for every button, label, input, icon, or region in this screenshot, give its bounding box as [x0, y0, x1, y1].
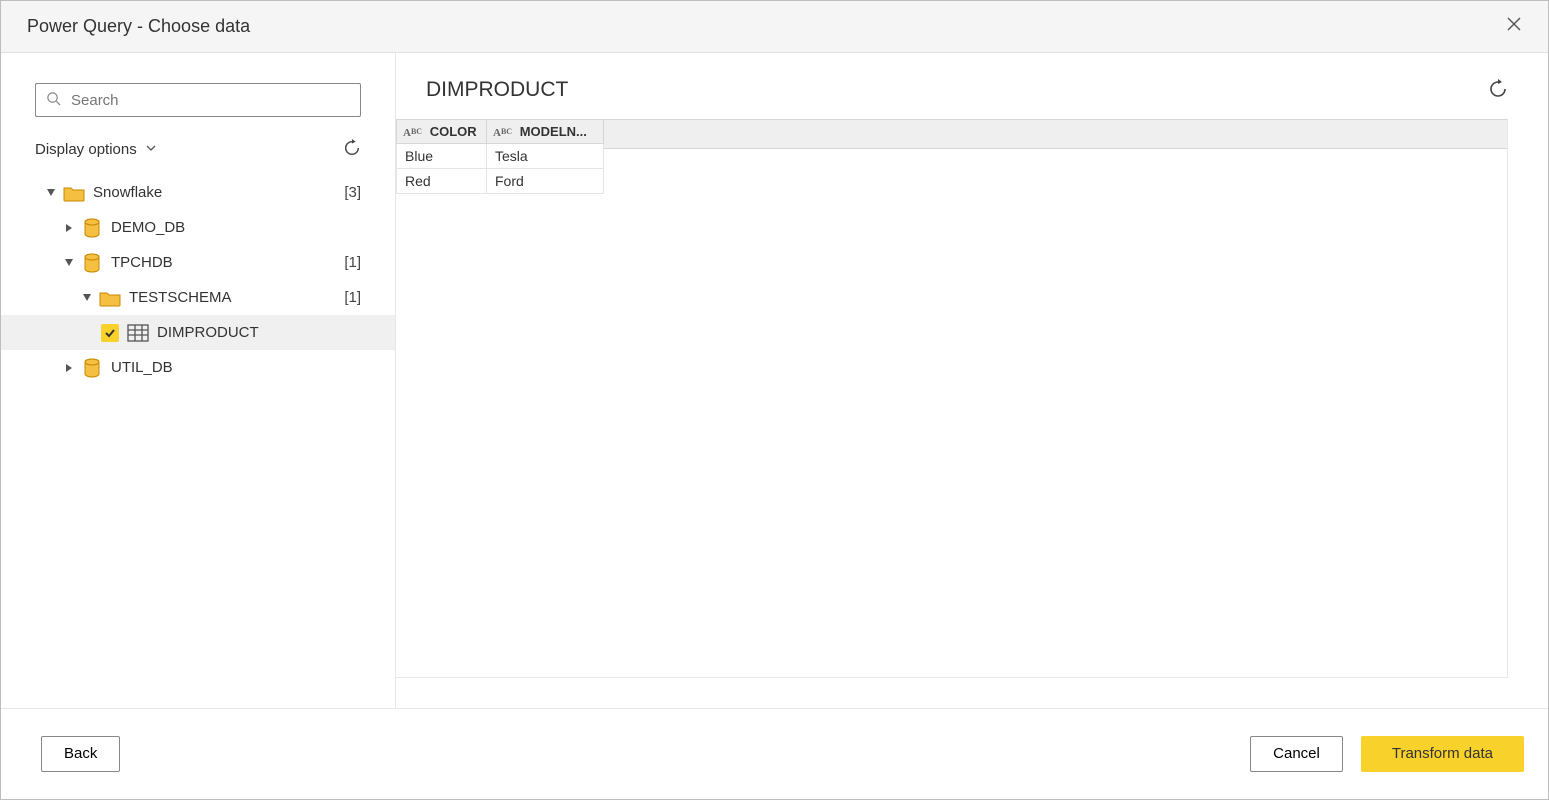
text-type-icon: ABC: [493, 127, 512, 139]
chevron-right-icon: [63, 362, 75, 374]
close-icon[interactable]: [1498, 12, 1530, 41]
tree-count: [3]: [344, 184, 361, 201]
main-area: Display options Snowflake [3]: [1, 53, 1548, 708]
database-icon: [81, 357, 103, 379]
cell-color: Red: [397, 169, 487, 194]
display-options-label: Display options: [35, 141, 137, 158]
table-row[interactable]: Blue Tesla: [397, 144, 604, 169]
tree-node-util-db[interactable]: UTIL_DB: [1, 350, 395, 385]
search-icon: [46, 91, 61, 109]
checkbox-checked-icon[interactable]: [101, 324, 119, 342]
preview-table: ABC COLOR ABC MODELN... Blue Tesla: [396, 119, 604, 194]
tree-count: [1]: [344, 254, 361, 271]
table-icon: [127, 322, 149, 344]
tree-count: [1]: [344, 289, 361, 306]
tree-label: Snowflake: [93, 184, 344, 201]
preview-panel: DIMPRODUCT ABC COLOR ABC MODELN...: [396, 53, 1548, 708]
preview-table-container: ABC COLOR ABC MODELN... Blue Tesla: [396, 119, 1508, 678]
preview-title: DIMPRODUCT: [426, 78, 568, 102]
search-input[interactable]: [35, 83, 361, 117]
chevron-down-icon: [145, 141, 157, 158]
search-field[interactable]: [69, 91, 350, 110]
refresh-tree-icon[interactable]: [343, 139, 361, 160]
tree-label: TPCHDB: [111, 254, 344, 271]
tree-label: DIMPRODUCT: [157, 324, 361, 341]
chevron-down-icon: [81, 292, 93, 304]
folder-icon: [63, 182, 85, 204]
titlebar: Power Query - Choose data: [1, 1, 1548, 53]
table-row[interactable]: Red Ford: [397, 169, 604, 194]
navigator-tree: Snowflake [3] DEMO_DB: [1, 175, 395, 385]
tree-node-tpchdb[interactable]: TPCHDB [1]: [1, 245, 395, 280]
folder-icon: [99, 287, 121, 309]
column-header-modelname[interactable]: ABC MODELN...: [487, 120, 604, 144]
chevron-right-icon: [63, 222, 75, 234]
database-icon: [81, 217, 103, 239]
column-label: COLOR: [430, 124, 477, 139]
header-background: [603, 119, 1507, 149]
transform-data-button[interactable]: Transform data: [1361, 736, 1524, 772]
window-title: Power Query - Choose data: [27, 16, 250, 37]
navigator-sidebar: Display options Snowflake [3]: [1, 53, 396, 708]
cell-color: Blue: [397, 144, 487, 169]
chevron-down-icon: [63, 257, 75, 269]
text-type-icon: ABC: [403, 127, 422, 139]
column-header-color[interactable]: ABC COLOR: [397, 120, 487, 144]
tree-node-demo-db[interactable]: DEMO_DB: [1, 210, 395, 245]
tree-node-dimproduct[interactable]: DIMPRODUCT: [1, 315, 395, 350]
back-button[interactable]: Back: [41, 736, 120, 772]
column-label: MODELN...: [520, 124, 587, 139]
tree-label: DEMO_DB: [111, 219, 361, 236]
footer: Back Cancel Transform data: [1, 708, 1548, 798]
database-icon: [81, 252, 103, 274]
tree-label: TESTSCHEMA: [129, 289, 344, 306]
cell-model: Tesla: [487, 144, 604, 169]
chevron-down-icon: [45, 187, 57, 199]
refresh-preview-icon[interactable]: [1488, 79, 1508, 102]
cancel-button[interactable]: Cancel: [1250, 736, 1343, 772]
tree-node-snowflake[interactable]: Snowflake [3]: [1, 175, 395, 210]
tree-label: UTIL_DB: [111, 359, 361, 376]
cell-model: Ford: [487, 169, 604, 194]
tree-node-testschema[interactable]: TESTSCHEMA [1]: [1, 280, 395, 315]
display-options-dropdown[interactable]: Display options: [35, 141, 157, 158]
